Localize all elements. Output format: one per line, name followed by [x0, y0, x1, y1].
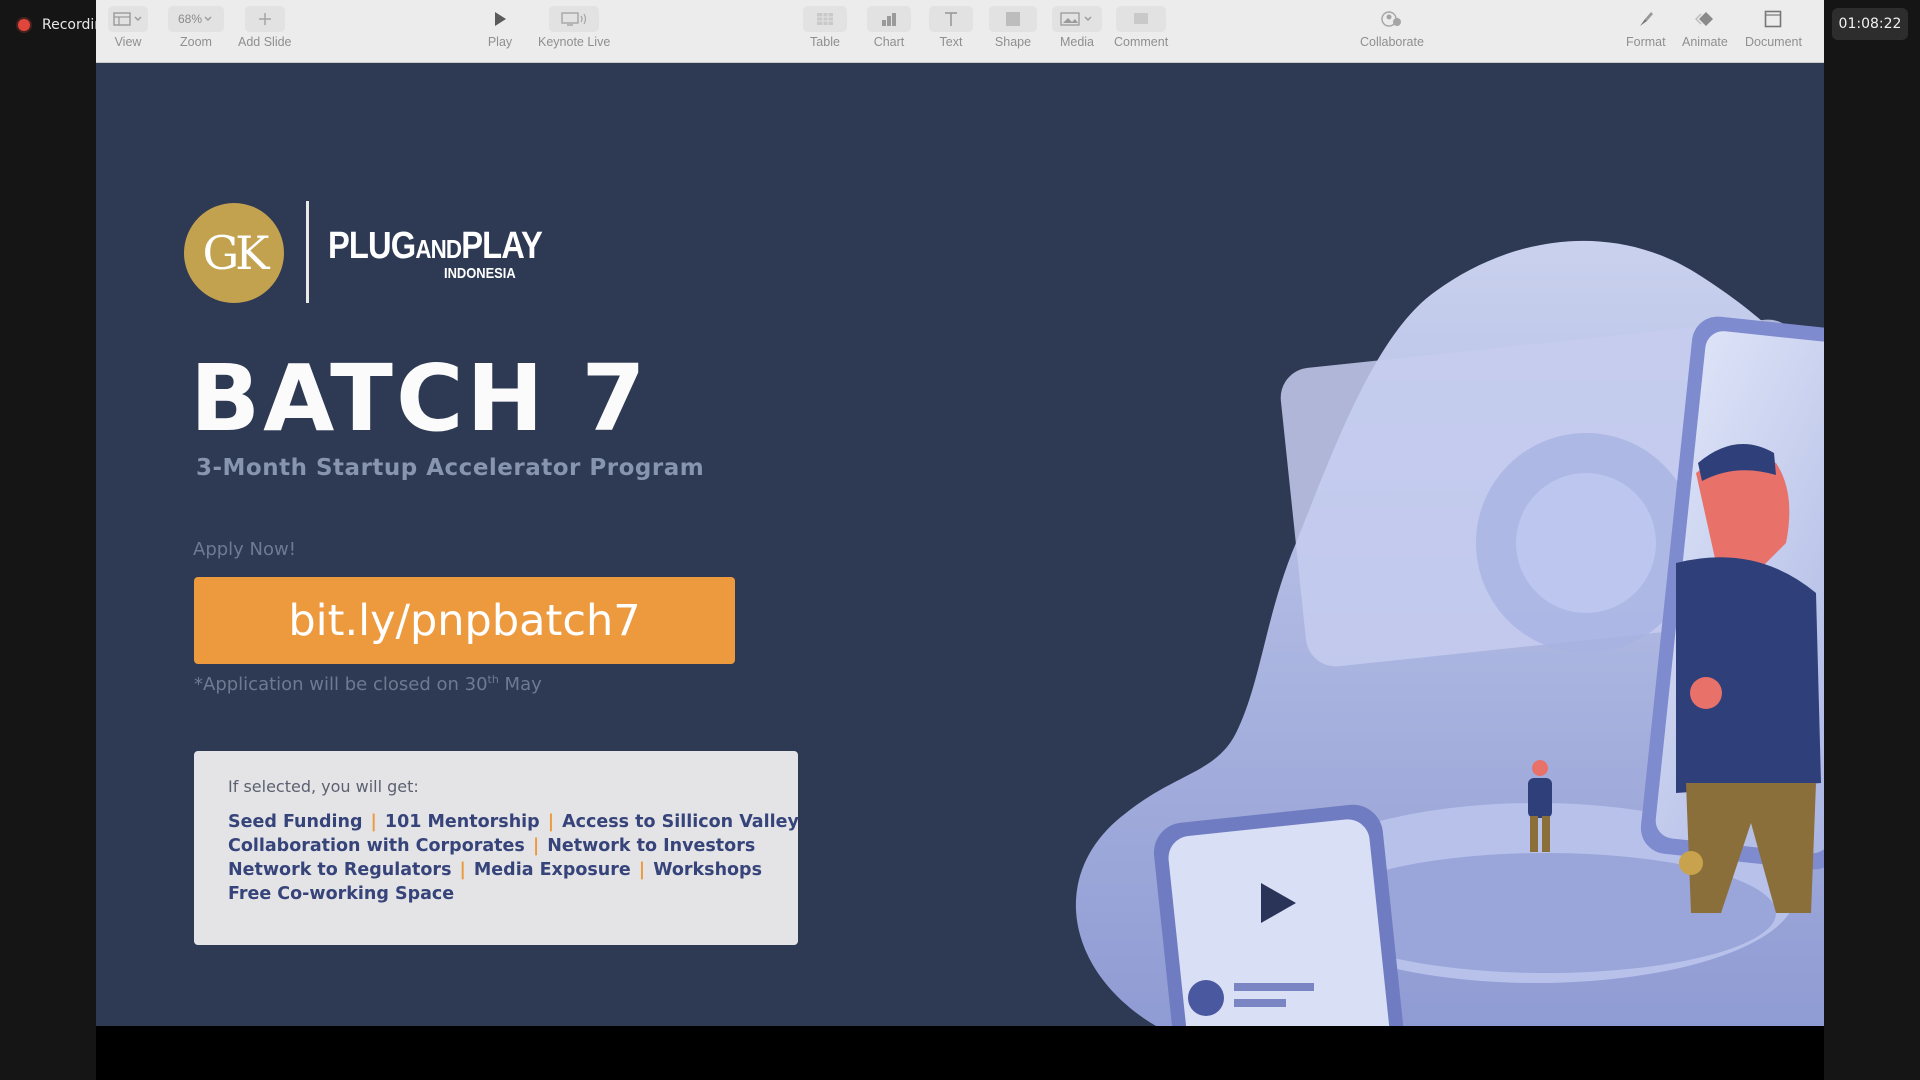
view-icon [108, 6, 148, 32]
zoom-control[interactable]: 68% Zoom [168, 6, 224, 49]
brand-plug: PLUG [328, 225, 416, 267]
benefit-separator: | [532, 836, 540, 856]
meeting-timer: 01:08:22 [1832, 8, 1908, 40]
zoom-label: Zoom [180, 35, 212, 49]
bottom-bar [96, 1026, 1824, 1080]
illustration [1075, 240, 1824, 1026]
deadline-note: *Application will be closed on 30th May [194, 673, 542, 695]
benefit-item: Workshops [653, 860, 762, 880]
benefit-separator: | [459, 860, 466, 880]
benefit-item: Free Co-working Space [228, 884, 455, 904]
slide-title: BATCH 7 [190, 345, 649, 452]
benefit-item: 101 Mentorship [384, 812, 540, 832]
animate-label: Animate [1682, 35, 1728, 49]
recording-label: Recording [42, 17, 96, 33]
zoom-value: 68% [177, 12, 203, 26]
chart-icon [867, 6, 911, 32]
format-label: Format [1626, 35, 1666, 49]
plus-icon [244, 6, 285, 32]
keynote-live-icon [549, 6, 600, 32]
keynote-window: View 68% Zoom Add Slide Play Keynote Liv… [96, 0, 1824, 1080]
shape-label: Shape [994, 35, 1032, 49]
keynote-live-label: Keynote Live [538, 35, 611, 49]
benefit-item: Media Exposure [473, 860, 631, 880]
table-icon [803, 6, 847, 32]
left-phone [1153, 804, 1409, 1026]
animate-icon [1685, 6, 1725, 32]
view-label: View [114, 35, 142, 49]
add-slide-button[interactable]: Add Slide [238, 6, 292, 49]
document-label: Document [1745, 35, 1802, 49]
note-superscript: th [487, 673, 499, 686]
toolbar: View 68% Zoom Add Slide Play Keynote Liv… [96, 0, 1824, 63]
brand-play: PLAY [461, 225, 543, 267]
zoom-dropdown[interactable]: 68% [168, 6, 224, 32]
brand-and: AND [415, 234, 462, 264]
text-button[interactable]: Text [929, 6, 973, 49]
format-brush-icon [1628, 6, 1664, 32]
table-button[interactable]: Table [803, 6, 847, 49]
brand-country: INDONESIA [444, 265, 516, 282]
benefit-item: Seed Funding [228, 812, 363, 832]
comment-button[interactable]: Comment [1114, 6, 1168, 49]
benefit-separator: | [547, 812, 555, 832]
add-slide-label: Add Slide [238, 35, 292, 49]
benefit-item: Network to Regulators [228, 860, 452, 880]
animate-button[interactable]: Animate [1682, 6, 1728, 49]
comment-label: Comment [1114, 35, 1169, 49]
benefit-separator: | [370, 812, 377, 832]
text-label: Text [939, 35, 963, 49]
gk-logo: GK [184, 203, 284, 303]
keynote-live-button[interactable]: Keynote Live [538, 6, 610, 49]
note-suffix: May [498, 674, 542, 695]
slide-subtitle: 3-Month Startup Accelerator Program [196, 455, 705, 481]
chart-button[interactable]: Chart [867, 6, 911, 49]
record-icon [18, 19, 30, 31]
play-icon [480, 6, 520, 32]
table-label: Table [810, 35, 840, 49]
play-label: Play [487, 35, 513, 49]
benefits-line-4: Free Co-working Space [228, 882, 764, 906]
media-icon [1052, 6, 1102, 32]
shape-button[interactable]: Shape [989, 6, 1037, 49]
benefits-line-3: Network to Regulators | Media Exposure | Wor… [228, 858, 764, 882]
application-link-banner: bit.ly/pnpbatch7 [194, 577, 735, 664]
collaborate-label: Collaborate [1360, 35, 1424, 49]
slide-canvas[interactable]: GK PLUGANDPLAY INDONESIA BATCH 7 3-Month… [96, 63, 1824, 1026]
apply-label: Apply Now! [193, 539, 296, 560]
view-button[interactable]: View [108, 6, 148, 49]
chevron-down-icon [204, 16, 212, 21]
shape-icon [989, 6, 1037, 32]
format-button[interactable]: Format [1626, 6, 1666, 49]
benefits-line-2: Collaboration with Corporates | Network to… [228, 834, 764, 858]
note-prefix: *Application will be closed on 30 [194, 674, 488, 695]
collaborate-icon [1367, 6, 1417, 32]
benefits-line-1: Seed Funding | 101 Mentorship | Access to Si… [228, 810, 799, 834]
document-icon [1753, 6, 1793, 32]
benefit-item: Network to Investors [547, 836, 756, 856]
media-label: Media [1059, 35, 1095, 49]
document-button[interactable]: Document [1745, 6, 1802, 49]
benefit-item: Access to Sillicon Valley [562, 812, 799, 832]
benefits-title: If selected, you will get: [228, 777, 419, 796]
benefits-box: If selected, you will get: Seed Funding |… [194, 751, 799, 945]
comment-icon [1116, 6, 1167, 32]
logo-divider [306, 201, 309, 303]
play-button[interactable]: Play [480, 6, 520, 49]
chart-label: Chart [873, 35, 905, 49]
benefit-separator: | [638, 860, 646, 880]
text-icon [929, 6, 973, 32]
collaborate-button[interactable]: Collaborate [1360, 6, 1424, 49]
benefit-item: Collaboration with Corporates [228, 836, 525, 856]
recording-indicator[interactable]: Recording [0, 0, 96, 50]
plug-and-play-logo: PLUGANDPLAY [328, 225, 543, 268]
media-button[interactable]: Media [1052, 6, 1102, 49]
